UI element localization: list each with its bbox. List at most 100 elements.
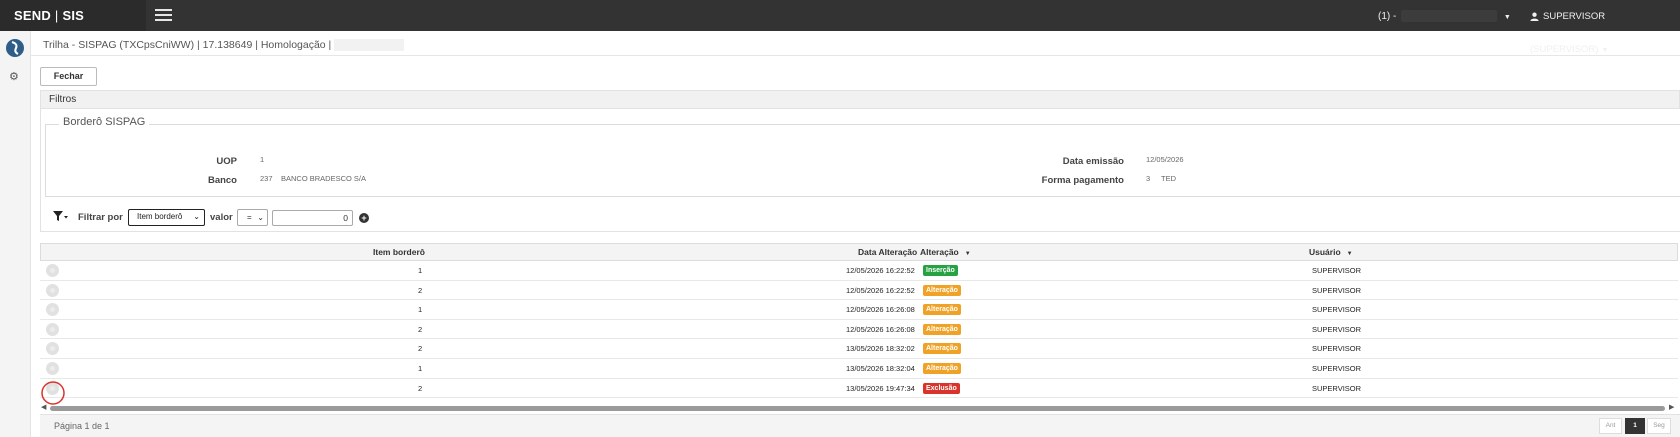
column-alteracao[interactable]: Alteração ▼ <box>920 247 971 257</box>
cell-item: 1 <box>418 305 423 315</box>
page-title: Trilha - SISPAG (TXCpsCniWW) | 17.138649… <box>43 39 405 52</box>
row-details-icon[interactable] <box>46 264 59 277</box>
cell-item: 2 <box>418 344 423 354</box>
brand-left: SEND <box>14 8 51 23</box>
environment-name-redacted <box>1401 10 1498 23</box>
row-details-icon[interactable] <box>46 303 59 317</box>
environment-selector[interactable]: (1) - ▼ <box>1378 0 1511 31</box>
row-details-icon[interactable] <box>46 283 59 297</box>
pagination-prev-button[interactable]: Ant <box>1599 418 1622 434</box>
uop-label: UOP <box>216 156 237 167</box>
status-badge: Inserção <box>923 265 958 276</box>
table-row[interactable]: 2 12/05/2026 16:22:52 Alteração SUPERVISOR <box>40 281 1678 301</box>
cell-usuario: SUPERVISOR <box>1312 266 1362 275</box>
cell-usuario: SUPERVISOR <box>1312 344 1362 354</box>
chevron-down-icon: ⌄ <box>257 213 264 222</box>
grid-header: Item borderô Data Alteração Alteração ▼ U… <box>40 243 1678 261</box>
column-data-alteracao[interactable]: Data Alteração <box>858 247 917 257</box>
scrollbar-thumb[interactable] <box>50 406 1665 411</box>
cell-item: 2 <box>418 285 423 295</box>
status-badge: Alteração <box>923 343 961 355</box>
grid-footer: Página 1 de 1 Ant 1 Seg <box>40 414 1680 437</box>
status-badge: Alteração <box>923 284 961 296</box>
cell-data-alteracao: 13/05/2026 19:47:34 <box>846 383 915 393</box>
status-badge: Alteração <box>923 304 961 316</box>
left-sidebar: ⚙ <box>0 31 31 437</box>
status-badge: Alteração <box>923 323 961 335</box>
table-row[interactable]: 1 12/05/2026 16:22:52 Inserção SUPERVISOR <box>40 261 1678 281</box>
cell-item: 1 <box>418 364 423 373</box>
app-logo[interactable]: SEND | SIS <box>0 0 146 31</box>
page-title-text: Trilha - SISPAG (TXCpsCniWW) | 17.138649… <box>43 39 332 51</box>
cell-data-alteracao: 12/05/2026 16:22:52 <box>846 285 915 295</box>
data-emissao-label: Data emissão <box>1062 156 1124 167</box>
operator-value: = <box>247 213 252 222</box>
filter-field-value: Item borderô <box>137 212 183 221</box>
forma-pagamento-label: Forma pagamento <box>1041 175 1124 186</box>
table-row[interactable]: 2 12/05/2026 16:26:08 Alteração SUPERVISOR <box>40 320 1678 340</box>
user-icon <box>1530 12 1539 21</box>
column-item-bordero[interactable]: Item borderô <box>373 247 425 257</box>
horizontal-scrollbar[interactable]: ◀ ▶ <box>40 404 1680 412</box>
pagination-page-1[interactable]: 1 <box>1625 418 1645 434</box>
status-badge: Exclusão <box>923 382 960 394</box>
table-row[interactable]: 2 13/05/2026 19:47:34 Exclusão SUPERVISOR <box>40 379 1678 399</box>
banco-label: Banco <box>207 175 237 186</box>
bordero-fieldset <box>45 124 1680 197</box>
column-usuario[interactable]: Usuário ▼ <box>1309 247 1353 257</box>
column-usuario-label: Usuário <box>1309 247 1341 257</box>
user-label: SUPERVISOR (SUPERVISOR) <box>1530 11 1606 55</box>
filter-field-select[interactable]: Item borderô ⌄ <box>128 209 205 226</box>
column-alteracao-label: Alteração <box>920 247 959 257</box>
user-menu[interactable]: SUPERVISOR (SUPERVISOR) ▼ <box>1530 0 1680 55</box>
filter-funnel-icon[interactable] <box>53 211 68 225</box>
divider <box>31 55 1680 56</box>
page-info: Página 1 de 1 <box>54 421 110 431</box>
operator-select[interactable]: = ⌄ <box>237 209 268 226</box>
filter-value-input[interactable]: 0 <box>272 210 353 226</box>
cell-data-alteracao: 13/05/2026 18:32:02 <box>846 344 915 354</box>
scroll-left-arrow-icon[interactable]: ◀ <box>41 403 46 411</box>
banco-name: BANCO BRADESCO S/A <box>281 174 367 183</box>
pagination-next-button[interactable]: Seg <box>1647 418 1671 434</box>
sort-caret-icon[interactable]: ▼ <box>1347 251 1353 257</box>
cell-usuario: SUPERVISOR <box>1312 383 1362 393</box>
uop-value: 1 <box>260 155 265 164</box>
caret-down-icon: ▼ <box>1503 14 1511 21</box>
hamburger-menu-icon[interactable] <box>155 9 172 22</box>
data-emissao-value: 12/05/2026 <box>1146 155 1184 164</box>
row-details-icon[interactable] <box>46 362 59 375</box>
caret-down-icon: ▼ <box>1601 47 1609 54</box>
table-row[interactable]: 2 13/05/2026 18:32:02 Alteração SUPERVISOR <box>40 339 1678 359</box>
cell-usuario: SUPERVISOR <box>1312 364 1362 373</box>
row-details-icon[interactable] <box>46 322 59 336</box>
add-filter-plus-icon[interactable]: + <box>359 213 369 223</box>
close-button[interactable]: Fechar <box>40 67 97 86</box>
filter-by-label: Filtrar por <box>78 212 123 223</box>
sort-caret-icon[interactable]: ▼ <box>965 251 971 257</box>
table-row[interactable]: 1 13/05/2026 18:32:04 Alteração SUPERVISOR <box>40 359 1678 379</box>
forma-pagamento-code: 3 <box>1146 174 1151 183</box>
cell-item: 1 <box>418 266 423 275</box>
redacted-text <box>334 39 405 52</box>
cell-usuario: SUPERVISOR <box>1312 324 1362 334</box>
settings-gears-icon[interactable]: ⚙ <box>9 70 19 83</box>
brand-separator: | <box>54 8 59 23</box>
value-label: valor <box>210 212 233 223</box>
cell-item: 2 <box>418 324 423 334</box>
scroll-right-arrow-icon[interactable]: ▶ <box>1669 403 1674 411</box>
table-row[interactable]: 1 12/05/2026 16:26:08 Alteração SUPERVISOR <box>40 300 1678 320</box>
cell-usuario: SUPERVISOR <box>1312 285 1362 295</box>
app-logo-icon[interactable] <box>5 38 25 58</box>
forma-pagamento-name: TED <box>1161 174 1176 183</box>
row-details-icon[interactable] <box>46 342 59 356</box>
filters-panel-header[interactable]: Filtros <box>40 90 1680 109</box>
cell-usuario: SUPERVISOR <box>1312 305 1362 315</box>
cell-data-alteracao: 12/05/2026 16:26:08 <box>846 324 915 334</box>
highlight-circle <box>41 381 65 405</box>
cell-data-alteracao: 13/05/2026 18:32:04 <box>846 364 915 373</box>
bordero-legend: Borderô SISPAG <box>59 116 150 128</box>
cell-data-alteracao: 12/05/2026 16:26:08 <box>846 305 915 315</box>
banco-code: 237 <box>260 174 273 183</box>
status-badge: Alteração <box>923 363 961 374</box>
